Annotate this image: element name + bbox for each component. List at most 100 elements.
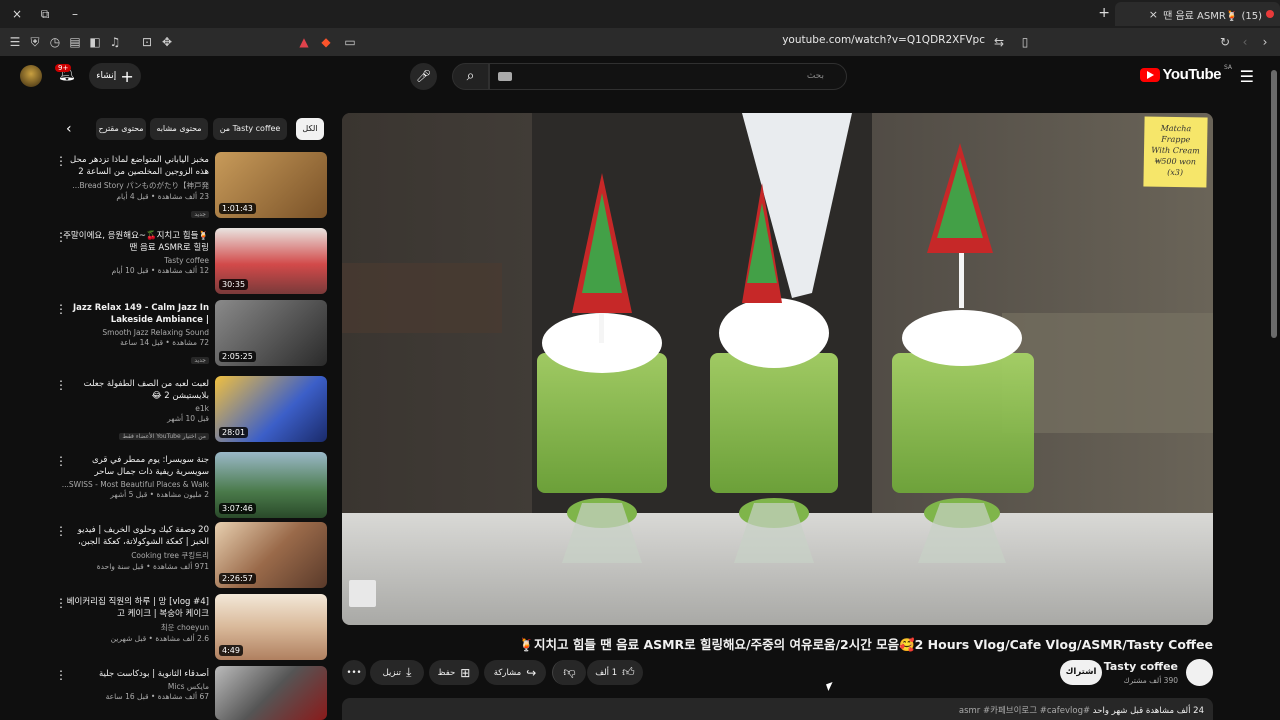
video-title[interactable]: [vlog #4] 베이커리집 직원의 하루 | 망고 케이크 | 복숭아 케이… [61, 596, 209, 620]
video-thumbnail[interactable] [215, 666, 327, 720]
video-thumbnail[interactable]: 1:01:43 [215, 152, 327, 218]
list-item[interactable]: 4:49 [vlog #4] 베이커리집 직원의 하루 | 망고 케이크 | 복… [52, 594, 327, 664]
video-thumbnail[interactable]: 2:26:57 [215, 522, 327, 588]
duration-badge: 30:35 [219, 279, 249, 290]
create-button[interactable]: + إنشاء [89, 63, 141, 89]
video-title[interactable]: مخبز الياباني المتواضع لماذا تزدهر محل ه… [61, 154, 209, 178]
video-title[interactable]: جنة سويسرا: يوم ممطر في قرى سويسرية ريفي… [61, 454, 209, 478]
video-title[interactable]: لعبت لعبه من الصف الطفولة جعلت بلايستيشن… [61, 378, 209, 402]
channel-name[interactable]: Cooking tree 쿠킹트리 [61, 550, 209, 561]
video-title[interactable]: أصدقاء الثانوية | بودكاست جلية [61, 668, 209, 680]
page-scrollbar[interactable] [1271, 70, 1277, 338]
description-box[interactable]: 24 ألف مشاهدة قبل شهر واحد #asmr #카페브이로그… [342, 698, 1213, 720]
music-icon[interactable]: ♫ [106, 33, 124, 51]
chip-suggested[interactable]: محتوى مقترح [96, 118, 146, 140]
more-options-icon[interactable]: ⋮ [54, 454, 68, 468]
youtube-play-icon [1139, 67, 1160, 82]
more-options-icon[interactable]: ⋮ [54, 154, 68, 168]
browser-tab[interactable]: (15) 🍹지치고 힘들 땐 음료 ASMR × [1115, 2, 1280, 26]
shield-icon[interactable]: ⛨ [26, 33, 44, 51]
share-button[interactable]: ↪ مشاركة [484, 660, 546, 685]
video-thumbnail[interactable]: 28:01 [215, 376, 327, 442]
channel-name[interactable]: Tasty coffee [61, 256, 209, 265]
list-item[interactable]: 2:26:57 20 وصفة كيك وحلوى الخريف | فيديو… [52, 522, 327, 592]
search-input[interactable]: بحث [489, 63, 847, 90]
tabs-icon[interactable]: ▤ [66, 33, 84, 51]
list-item[interactable]: 3:07:46 جنة سويسرا: يوم ممطر في قرى سويس… [52, 452, 327, 522]
video-title[interactable]: 🍹주말이에요, 응원해요~🍒지치고 힘들 땐 음료 ASMR로 힐링 [61, 230, 209, 254]
more-options-icon[interactable]: ⋮ [54, 596, 68, 610]
more-options-icon[interactable]: ⋮ [54, 302, 68, 316]
video-thumbnail[interactable]: 3:07:46 [215, 452, 327, 518]
dislike-button[interactable]: 👎︎ [552, 660, 586, 685]
new-badge: جديد [191, 357, 209, 364]
video-title[interactable]: 20 وصفة كيك وحلوى الخريف | فيديو الخبز |… [61, 524, 209, 548]
more-options-icon[interactable]: ⋮ [54, 230, 68, 244]
youtube-logo[interactable]: YouTube SA [1139, 64, 1232, 83]
video-thumbnail[interactable]: 2:05:25 [215, 300, 327, 366]
chip-from-channel[interactable]: من Tasty coffee [213, 118, 287, 140]
list-item[interactable]: أصدقاء الثانوية | بودكاست جلية مايكس Mic… [52, 666, 327, 720]
share-icon: ↪ [526, 665, 537, 680]
brave-shield-icon[interactable]: ◆ [317, 33, 335, 51]
save-button[interactable]: ⊞ حفظ [429, 660, 479, 685]
more-options-icon[interactable]: ⋮ [54, 524, 68, 538]
chip-all[interactable]: الكل [296, 118, 324, 140]
adblock-icon[interactable]: ▲ [295, 33, 313, 51]
video-title[interactable]: Jazz Relax 149 - Calm Jazz In Lakeside A… [61, 302, 209, 326]
new-tab-button[interactable]: + [1098, 5, 1110, 21]
guide-menu-icon[interactable]: ☰ [1240, 67, 1254, 86]
minimize-window-icon[interactable]: – [66, 5, 84, 23]
channel-avatar[interactable] [1186, 659, 1213, 686]
duration-badge: 3:07:46 [219, 503, 256, 514]
channel-name[interactable]: Tasty coffee [1104, 660, 1178, 673]
youtube-header: 🔔︎ 9+ + إنشاء 🎤︎ ⌕ بحث YouTube SA ☰ [0, 56, 1280, 98]
tab-close-icon[interactable]: × [1149, 8, 1158, 21]
video-thumbnail[interactable]: 4:49 [215, 594, 327, 660]
account-avatar[interactable] [20, 65, 42, 87]
mouse-cursor [826, 682, 835, 691]
channel-watermark[interactable] [349, 580, 376, 607]
chip-related[interactable]: محتوى مشابه [150, 118, 208, 140]
bookmark-icon[interactable]: ▯ [1016, 33, 1034, 51]
voice-search-button[interactable]: 🎤︎ [410, 63, 437, 90]
restore-window-icon[interactable]: ⧉ [36, 5, 54, 23]
reload-icon[interactable]: ↻ [1216, 33, 1234, 51]
list-item[interactable]: 28:01 لعبت لعبه من الصف الطفولة جعلت بلا… [52, 376, 327, 446]
list-item[interactable]: 2:05:25 Jazz Relax 149 - Calm Jazz In La… [52, 300, 327, 370]
price-sticky-note: Matcha Frappe With Cream ₩500 won (x3) [1143, 116, 1208, 188]
list-item[interactable]: 1:01:43 مخبز الياباني المتواضع لماذا تزد… [52, 152, 327, 222]
reader-mode-icon[interactable]: ▭ [341, 33, 359, 51]
hashtags[interactable]: #asmr #카페브이로그 #cafevlog [959, 706, 1090, 716]
chevron-left-icon[interactable]: ‹ [66, 121, 72, 137]
close-window-icon[interactable]: × [8, 5, 26, 23]
site-settings-icon[interactable]: ⇆ [990, 33, 1008, 51]
video-player[interactable]: Matcha Frappe With Cream ₩500 won (x3) [342, 113, 1213, 625]
subscribe-button[interactable]: اشتراك [1060, 660, 1102, 685]
download-button[interactable]: ⤓ تنزيل [370, 660, 424, 685]
more-actions-button[interactable]: ••• [342, 660, 366, 685]
channel-name[interactable]: Bread Story パンものがたり【神戸発... [61, 180, 209, 191]
channel-name[interactable]: e1k [61, 404, 209, 413]
more-options-icon[interactable]: ⋮ [54, 668, 68, 682]
search-button[interactable]: ⌕ [452, 63, 489, 90]
channel-name[interactable]: مايكس Mics [61, 682, 209, 691]
menu-icon[interactable]: ☰ [6, 33, 24, 51]
address-bar[interactable]: youtube.com/watch?v=Q1QDR2XFVpc [620, 34, 985, 46]
notification-count-badge: 9+ [55, 64, 72, 72]
back-icon[interactable]: ‹ [1236, 33, 1254, 51]
video-thumbnail[interactable]: 30:35 [215, 228, 327, 294]
sidebar-icon[interactable]: ◧ [86, 33, 104, 51]
screenshot-icon[interactable]: ⊡ [138, 33, 156, 51]
channel-name[interactable]: Smooth Jazz Relaxing Sound [61, 328, 209, 337]
more-options-icon[interactable]: ⋮ [54, 378, 68, 392]
keyboard-icon[interactable] [498, 72, 512, 81]
list-item[interactable]: 30:35 🍹주말이에요, 응원해요~🍒지치고 힘들 땐 음료 ASMR로 힐링… [52, 228, 327, 298]
forward-icon[interactable]: › [1256, 33, 1274, 51]
like-button[interactable]: 👍︎ 1 ألف [587, 660, 643, 685]
extension-icon[interactable]: ✥ [158, 33, 176, 51]
channel-name[interactable]: SWISS - Most Beautiful Places & Walk... [61, 480, 209, 489]
history-icon[interactable]: ◷ [46, 33, 64, 51]
channel-name[interactable]: 최운 choeyun [61, 622, 209, 633]
video-meta: 2 مليون مشاهدة • قبل 5 أشهر [110, 490, 209, 499]
